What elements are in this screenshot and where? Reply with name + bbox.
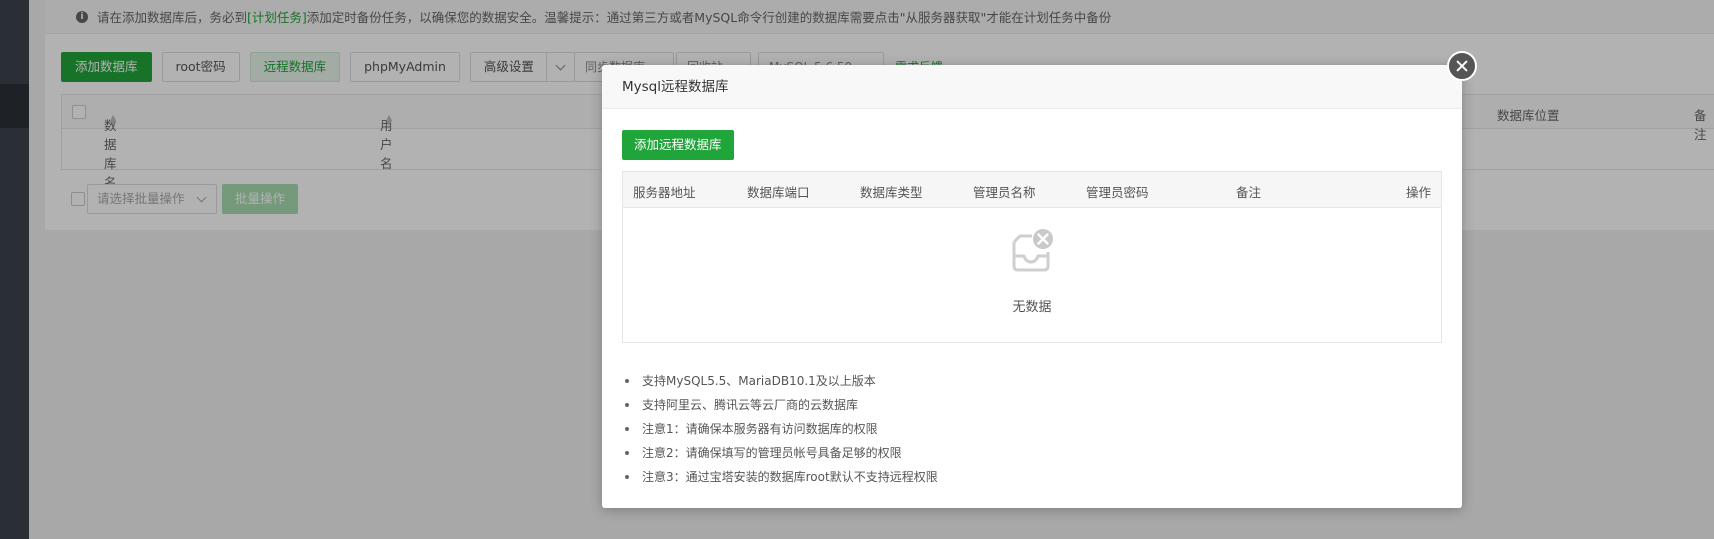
modal-title: Mysql远程数据库 xyxy=(602,65,1462,109)
column-header: 管理员密码 xyxy=(1086,185,1149,200)
list-item: 注意2：请确保填写的管理员帐号具备足够的权限 xyxy=(622,441,938,465)
list-item: 支持MySQL5.5、MariaDB10.1及以上版本 xyxy=(622,369,938,393)
list-item: 注意3：通过宝塔安装的数据库root默认不支持远程权限 xyxy=(622,465,938,489)
list-item: 注意1：请确保本服务器有访问数据库的权限 xyxy=(622,417,938,441)
notes-list: 支持MySQL5.5、MariaDB10.1及以上版本 支持阿里云、腾讯云等云厂… xyxy=(622,369,938,489)
column-header: 备注 xyxy=(1236,185,1262,200)
add-remote-database-button[interactable]: 添加远程数据库 xyxy=(622,130,734,160)
empty-text: 无数据 xyxy=(1012,300,1052,315)
remote-database-table: 服务器地址 数据库端口 数据库类型 管理员名称 管理员密码 备注 操作 无数据 xyxy=(622,171,1442,343)
close-icon[interactable] xyxy=(1447,51,1477,81)
column-header: 数据库端口 xyxy=(747,185,810,200)
remote-table-header: 服务器地址 数据库端口 数据库类型 管理员名称 管理员密码 备注 操作 xyxy=(623,172,1441,208)
column-header: 服务器地址 xyxy=(633,185,696,200)
remote-database-modal: Mysql远程数据库 添加远程数据库 服务器地址 数据库端口 数据库类型 管理员… xyxy=(602,65,1462,508)
list-item: 支持阿里云、腾讯云等云厂商的云数据库 xyxy=(622,393,938,417)
empty-inbox-icon xyxy=(1012,229,1053,272)
column-header: 数据库类型 xyxy=(860,185,923,200)
empty-state: 无数据 xyxy=(623,208,1441,342)
column-header: 管理员名称 xyxy=(973,185,1036,200)
column-header: 操作 xyxy=(1406,185,1432,200)
